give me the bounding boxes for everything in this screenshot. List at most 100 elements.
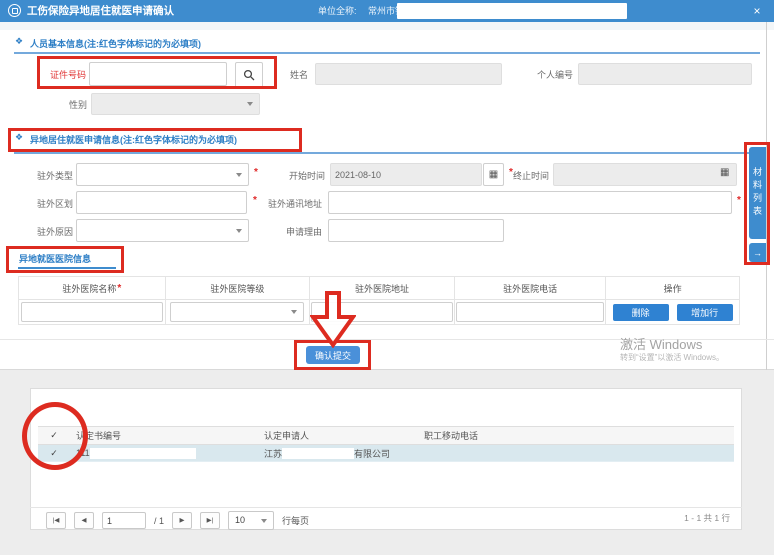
- delete-row-button[interactable]: 删除: [613, 304, 669, 321]
- check-icon: ✓: [50, 430, 58, 441]
- person-section-title: 人员基本信息(注:红色字体标记的为必填项): [30, 37, 201, 50]
- col-action: 操作: [606, 277, 739, 299]
- section-diamond-icon: ❖: [15, 132, 23, 143]
- title-bar: 工伤保险异地居住就医申请确认 单位全称: 常州市钟楼区 ×: [0, 0, 774, 22]
- page-total-label: / 1: [154, 516, 164, 526]
- col-mobile-phone: 职工移动电话: [418, 427, 734, 444]
- windows-activate-watermark-sub: 转到“设置”以激活 Windows。: [620, 352, 724, 363]
- required-mark: *: [254, 167, 258, 178]
- hospital-name-input[interactable]: [21, 302, 163, 322]
- chevron-down-icon: [247, 102, 253, 106]
- collapse-arrow-button[interactable]: →: [749, 243, 766, 262]
- hospital-address-input[interactable]: [311, 302, 453, 322]
- apply-reason-label: 申请理由: [284, 225, 322, 238]
- gender-select: [91, 93, 260, 115]
- result-table-row[interactable]: ✓ 111 江苏有限公司: [38, 445, 734, 462]
- chevron-down-icon: [261, 519, 267, 523]
- required-mark: *: [253, 195, 257, 206]
- redaction-box: [90, 448, 196, 459]
- arrow-right-icon: →: [753, 248, 762, 258]
- personal-no-input: [578, 63, 752, 85]
- chevron-down-icon: [291, 310, 297, 314]
- col-hospital-address: 驻外医院地址: [310, 277, 455, 299]
- page-number-input[interactable]: [102, 512, 146, 529]
- pagination: |◀ ◀ / 1 ▶ ▶| 10 行每页: [46, 511, 309, 530]
- name-label: 姓名: [282, 68, 308, 81]
- col-hospital-phone: 驻外医院电话: [455, 277, 607, 299]
- section-underline: [14, 52, 760, 54]
- abroad-reason-select[interactable]: [76, 219, 249, 242]
- required-mark: *: [737, 195, 741, 206]
- result-table: ✓ 认定书编号 认定申请人 职工移动电话 ✓ 111 江苏有限公司: [38, 426, 734, 462]
- apply-section-title: 异地居住就医申请信息(注:红色字体标记的为必填项): [30, 133, 237, 146]
- id-number-input[interactable]: [89, 62, 227, 86]
- divider: [30, 507, 742, 508]
- abroad-address-label: 驻外通讯地址: [266, 197, 322, 210]
- col-cert-no: 认定书编号: [70, 427, 258, 444]
- per-page-label: 行每页: [282, 514, 309, 527]
- chevron-down-icon: [236, 229, 242, 233]
- hospital-phone-input[interactable]: [456, 302, 604, 322]
- page-size-select[interactable]: 10: [228, 511, 274, 530]
- pager-first-button[interactable]: |◀: [46, 512, 66, 529]
- abroad-address-input[interactable]: [328, 191, 732, 214]
- row-checkbox[interactable]: ✓: [38, 445, 70, 461]
- search-icon: [243, 69, 255, 81]
- col-hospital-name: 驻外医院名称*: [19, 277, 166, 299]
- name-input: [315, 63, 502, 85]
- hospital-info-tab[interactable]: 异地就医医院信息: [19, 252, 91, 265]
- mobile-phone-cell: [418, 445, 734, 461]
- result-table-header: ✓ 认定书编号 认定申请人 职工移动电话: [38, 426, 734, 445]
- cert-no-cell: 111: [70, 445, 258, 461]
- abroad-district-label: 驻外区划: [33, 197, 73, 210]
- gender-label: 性别: [60, 98, 87, 111]
- section-diamond-icon: ❖: [15, 36, 23, 47]
- abroad-district-input[interactable]: [76, 191, 247, 214]
- windows-activate-watermark: 激活 Windows: [620, 334, 702, 353]
- dialog-work-injury-application: 工伤保险异地居住就医申请确认 单位全称: 常州市钟楼区 × ❖ 人员基本信息(注…: [0, 0, 774, 555]
- search-button[interactable]: [235, 62, 263, 88]
- start-date-label: 开始时间: [287, 169, 325, 182]
- divider: [0, 22, 774, 30]
- abroad-reason-label: 驻外原因: [33, 225, 73, 238]
- end-date-label: 终止时间: [511, 169, 549, 182]
- divider: [766, 22, 767, 370]
- start-date-input[interactable]: [330, 163, 482, 186]
- pager-next-button[interactable]: ▶: [172, 512, 192, 529]
- calendar-icon: ▦: [489, 170, 498, 180]
- id-number-label: 证件号码: [42, 68, 86, 81]
- check-icon: ✓: [50, 448, 58, 459]
- pager-last-button[interactable]: ▶|: [200, 512, 220, 529]
- pager-prev-button[interactable]: ◀: [74, 512, 94, 529]
- personal-no-label: 个人编号: [532, 68, 573, 81]
- material-list-tab-label: 材料列表: [751, 167, 764, 219]
- abroad-type-label: 驻外类型: [33, 169, 73, 182]
- unit-name-label: 单位全称:: [318, 0, 357, 22]
- tab-underline: [18, 267, 116, 269]
- applicant-cell: 江苏有限公司: [258, 445, 418, 461]
- material-list-tab[interactable]: 材料列表: [749, 147, 766, 239]
- dialog-title: 工伤保险异地居住就医申请确认: [27, 0, 174, 22]
- required-mark: *: [117, 283, 121, 294]
- apply-reason-input[interactable]: [328, 219, 504, 242]
- redaction-box: [397, 3, 627, 19]
- calendar-icon: ▦: [720, 168, 729, 178]
- start-date-calendar-button[interactable]: ▦: [483, 163, 504, 186]
- chevron-down-icon: [236, 173, 242, 177]
- add-row-button[interactable]: 增加行: [677, 304, 733, 321]
- row-count-summary: 1 - 1 共 1 行: [625, 512, 730, 524]
- col-hospital-grade: 驻外医院等级: [166, 277, 311, 299]
- hospital-table: 驻外医院名称* 驻外医院等级 驻外医院地址 驻外医院电话 操作 删除 增加行: [18, 276, 740, 325]
- select-all-checkbox[interactable]: ✓: [38, 427, 70, 444]
- redaction-box: [282, 448, 354, 459]
- hospital-grade-select[interactable]: [170, 302, 304, 322]
- abroad-type-select[interactable]: [76, 163, 249, 186]
- hospital-table-header: 驻外医院名称* 驻外医院等级 驻外医院地址 驻外医院电话 操作: [18, 276, 740, 300]
- app-icon: [8, 4, 21, 17]
- confirm-submit-button[interactable]: 确认提交: [306, 346, 360, 364]
- hospital-table-row: 删除 增加行: [18, 300, 740, 325]
- close-button[interactable]: ×: [746, 0, 768, 22]
- section-underline: [14, 152, 760, 154]
- end-date-input: [553, 163, 737, 186]
- col-applicant: 认定申请人: [258, 427, 418, 444]
